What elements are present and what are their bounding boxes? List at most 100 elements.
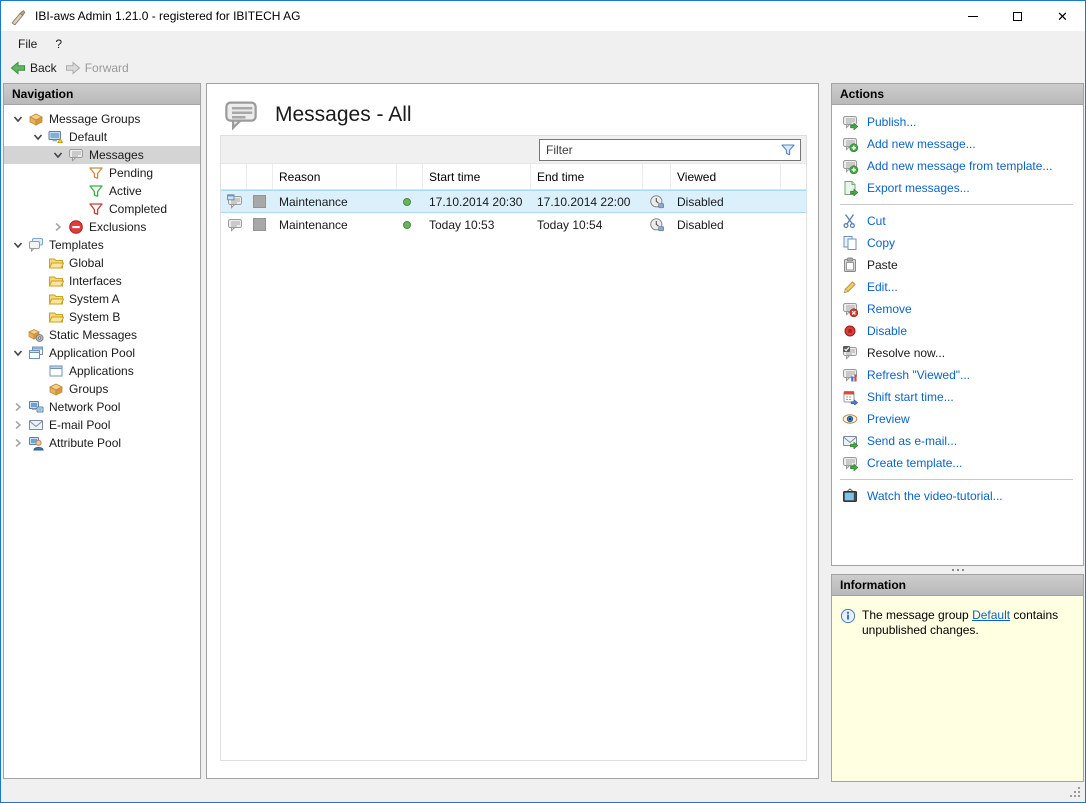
action-preview[interactable]: Preview xyxy=(832,408,1083,430)
nav-item-global[interactable]: Global xyxy=(4,254,200,272)
action-label: Send as e-mail... xyxy=(867,434,957,448)
column-header-icon[interactable] xyxy=(221,164,247,189)
action-disable[interactable]: Disable xyxy=(832,320,1083,342)
action-add-message-from-template[interactable]: Add new message from template... xyxy=(832,155,1083,177)
table-row[interactable]: Maintenance 17.10.2014 20:30 17.10.2014 … xyxy=(221,190,806,213)
nav-item-application-pool[interactable]: Application Pool xyxy=(4,344,200,362)
nav-item-label: Exclusions xyxy=(89,220,146,234)
panel-splitter[interactable] xyxy=(831,566,1084,574)
navigation-header: Navigation xyxy=(4,84,200,105)
eye-icon xyxy=(842,411,858,427)
filter-funnel-icon[interactable] xyxy=(780,142,796,158)
chevron-right-icon[interactable] xyxy=(10,435,26,451)
action-label: Export messages... xyxy=(867,181,970,195)
nav-item-label: Groups xyxy=(69,382,108,396)
action-label: Remove xyxy=(867,302,912,316)
column-header-status[interactable] xyxy=(397,164,423,189)
chevron-down-icon[interactable] xyxy=(50,147,66,163)
nav-item-message-groups[interactable]: Message Groups xyxy=(4,110,200,128)
nav-item-groups[interactable]: Groups xyxy=(4,380,200,398)
monitor-warning-icon xyxy=(48,129,64,145)
info-text-before: The message group xyxy=(862,608,972,622)
nav-item-system-a[interactable]: System A xyxy=(4,290,200,308)
paste-icon xyxy=(842,257,858,273)
column-header-viewed-icon[interactable] xyxy=(643,164,671,189)
forward-button[interactable]: Forward xyxy=(63,58,135,78)
package-icon xyxy=(48,381,64,397)
nav-item-system-b[interactable]: System B xyxy=(4,308,200,326)
static-messages-icon xyxy=(28,327,44,343)
chevron-right-icon[interactable] xyxy=(10,399,26,415)
action-create-template[interactable]: Create template... xyxy=(832,452,1083,474)
nav-item-completed[interactable]: Completed xyxy=(4,200,200,218)
forward-arrow-icon xyxy=(65,60,81,76)
messages-list: Reason Start time End time Viewed Mainte… xyxy=(220,135,807,761)
status-green-dot xyxy=(403,198,411,206)
color-swatch xyxy=(253,195,266,208)
chevron-down-icon[interactable] xyxy=(30,129,46,145)
back-button[interactable]: Back xyxy=(8,58,63,78)
resize-grip-icon[interactable] xyxy=(1069,786,1080,797)
action-send-as-email[interactable]: Send as e-mail... xyxy=(832,430,1083,452)
action-label: Disable xyxy=(867,324,907,338)
default-group-link[interactable]: Default xyxy=(972,608,1010,622)
action-publish[interactable]: Publish... xyxy=(832,111,1083,133)
menu-help[interactable]: ? xyxy=(46,34,71,54)
copy-icon xyxy=(842,235,858,251)
column-header-viewed[interactable]: Viewed xyxy=(671,164,781,189)
column-header-icon[interactable] xyxy=(247,164,273,189)
chevron-down-icon[interactable] xyxy=(10,111,26,127)
nav-item-default[interactable]: Default xyxy=(4,128,200,146)
cell-viewed: Disabled xyxy=(671,213,781,236)
nav-item-active[interactable]: Active xyxy=(4,182,200,200)
close-button[interactable]: ✕ xyxy=(1040,1,1085,31)
message-bubble-icon xyxy=(68,147,84,163)
chevron-right-icon[interactable] xyxy=(50,219,66,235)
action-watch-video-tutorial[interactable]: Watch the video-tutorial... xyxy=(832,485,1083,507)
action-cut[interactable]: Cut xyxy=(832,210,1083,232)
tv-icon xyxy=(842,488,858,504)
maximize-button[interactable] xyxy=(995,1,1040,31)
action-remove[interactable]: Remove xyxy=(832,298,1083,320)
action-paste[interactable]: Paste xyxy=(832,254,1083,276)
action-add-new-message[interactable]: Add new message... xyxy=(832,133,1083,155)
minimize-icon xyxy=(968,16,978,17)
title-bar[interactable]: IBI-aws Admin 1.21.0 - registered for IB… xyxy=(1,1,1085,31)
nav-item-applications[interactable]: Applications xyxy=(4,362,200,380)
column-header-end-time[interactable]: End time xyxy=(531,164,643,189)
envelope-icon xyxy=(28,417,44,433)
filter-input[interactable] xyxy=(539,139,801,161)
action-refresh-viewed[interactable]: Refresh "Viewed"... xyxy=(832,364,1083,386)
add-message-template-icon xyxy=(842,158,858,174)
chevron-right-icon[interactable] xyxy=(10,417,26,433)
nav-item-network-pool[interactable]: Network Pool xyxy=(4,398,200,416)
column-header-start-time[interactable]: Start time xyxy=(423,164,531,189)
chevron-down-icon[interactable] xyxy=(10,237,26,253)
action-edit[interactable]: Edit... xyxy=(832,276,1083,298)
action-resolve-now[interactable]: Resolve now... xyxy=(832,342,1083,364)
menu-file[interactable]: File xyxy=(9,34,46,54)
page-title: Messages - All xyxy=(275,103,412,127)
action-export-messages[interactable]: Export messages... xyxy=(832,177,1083,199)
nav-item-templates[interactable]: Templates xyxy=(4,236,200,254)
action-shift-start-time[interactable]: Shift start time... xyxy=(832,386,1083,408)
nav-item-email-pool[interactable]: E-mail Pool xyxy=(4,416,200,434)
action-label: Add new message... xyxy=(867,137,976,151)
table-row[interactable]: Maintenance Today 10:53 Today 10:54 Disa… xyxy=(221,213,806,236)
nav-item-messages[interactable]: Messages xyxy=(4,146,200,164)
folder-icon xyxy=(48,309,64,325)
minimize-button[interactable] xyxy=(950,1,995,31)
column-header-reason[interactable]: Reason xyxy=(273,164,397,189)
person-icon xyxy=(28,435,44,451)
action-label: Watch the video-tutorial... xyxy=(867,489,1003,503)
nav-item-label: Templates xyxy=(49,238,104,252)
nav-item-static-messages[interactable]: Static Messages xyxy=(4,326,200,344)
filter-bar xyxy=(221,136,806,164)
cell-end-time: 17.10.2014 22:00 xyxy=(531,190,643,213)
nav-item-pending[interactable]: Pending xyxy=(4,164,200,182)
action-copy[interactable]: Copy xyxy=(832,232,1083,254)
nav-item-attribute-pool[interactable]: Attribute Pool xyxy=(4,434,200,452)
nav-item-interfaces[interactable]: Interfaces xyxy=(4,272,200,290)
nav-item-exclusions[interactable]: Exclusions xyxy=(4,218,200,236)
chevron-down-icon[interactable] xyxy=(10,345,26,361)
